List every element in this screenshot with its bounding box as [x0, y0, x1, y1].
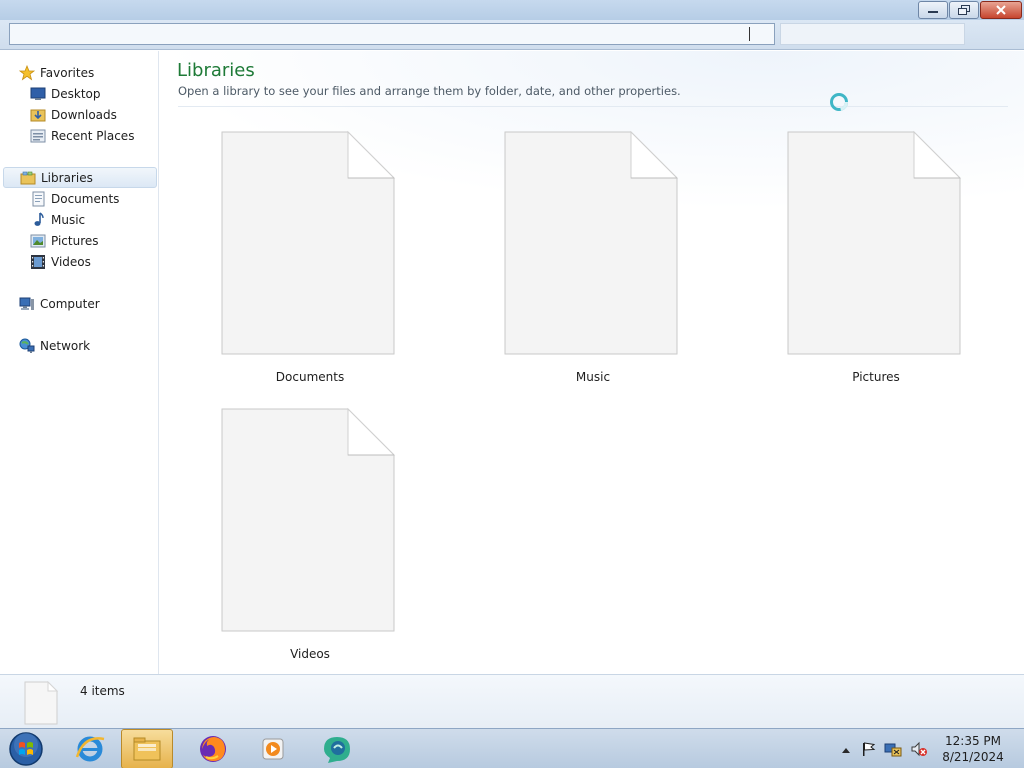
- taskbar-media-player[interactable]: [253, 729, 293, 768]
- firefox-icon: [200, 736, 226, 762]
- sidebar-item-label: Favorites: [40, 65, 95, 80]
- header-divider: [178, 106, 1008, 107]
- sidebar-item-label: Computer: [40, 296, 100, 311]
- computer-icon: [19, 296, 35, 312]
- star-icon: [19, 64, 35, 81]
- volume-muted-icon[interactable]: [910, 741, 928, 757]
- sidebar-item-label: Documents: [51, 191, 120, 206]
- taskbar-windows-explorer[interactable]: [121, 729, 173, 768]
- app-icon: [324, 737, 350, 763]
- library-label: Documents: [275, 370, 345, 384]
- address-separator: [749, 27, 750, 41]
- navigation-bar: [0, 20, 1024, 50]
- sidebar-item-downloads[interactable]: Downloads: [30, 104, 117, 125]
- music-note-icon: [30, 211, 46, 228]
- blank-document-icon: [787, 130, 962, 355]
- taskbar-internet-explorer[interactable]: [70, 729, 110, 768]
- videos-icon: [30, 254, 46, 270]
- internet-explorer-icon: [75, 736, 105, 762]
- sidebar-item-label: Network: [40, 338, 91, 353]
- documents-icon: [30, 191, 46, 207]
- media-player-icon: [262, 738, 284, 760]
- sidebar-item-libraries[interactable]: Libraries: [3, 167, 157, 188]
- sidebar-item-label: Videos: [51, 254, 91, 269]
- action-center-icon[interactable]: [860, 741, 876, 757]
- library-label: Pictures: [852, 370, 900, 384]
- sidebar-item-label: Music: [51, 212, 86, 227]
- show-hidden-icons-button[interactable]: [842, 742, 850, 756]
- downloads-folder-icon: [30, 107, 46, 123]
- search-box[interactable]: [780, 23, 965, 45]
- pictures-icon: [30, 233, 46, 249]
- system-clock[interactable]: 12:35 PM 8/21/2024: [930, 733, 1016, 765]
- close-icon: [996, 5, 1006, 15]
- blank-document-icon: [221, 130, 396, 355]
- clock-time: 12:35 PM: [945, 734, 1001, 748]
- busy-cursor-icon: [829, 92, 849, 115]
- start-button[interactable]: [6, 729, 46, 768]
- library-documents[interactable]: Documents: [220, 130, 400, 390]
- sidebar-item-label: Libraries: [41, 170, 93, 185]
- sidebar-item-documents[interactable]: Documents: [30, 188, 119, 209]
- blank-document-icon: [504, 130, 679, 355]
- content-pane: Libraries Open a library to see your fil…: [160, 51, 1024, 674]
- library-music[interactable]: Music: [503, 130, 683, 390]
- sidebar-item-label: Recent Places: [51, 128, 135, 143]
- explorer-folder-icon: [133, 737, 161, 761]
- desktop-icon: [30, 86, 46, 102]
- close-button[interactable]: [980, 1, 1022, 19]
- window-controls: [917, 1, 1022, 19]
- library-pictures[interactable]: Pictures: [786, 130, 966, 390]
- sidebar-item-label: Downloads: [51, 107, 117, 122]
- library-label: Videos: [290, 647, 330, 661]
- address-bar[interactable]: [9, 23, 775, 45]
- sidebar-item-music[interactable]: Music: [30, 209, 85, 230]
- recent-places-icon: [30, 128, 46, 144]
- details-pane: 4 items: [0, 674, 1024, 728]
- blank-document-icon: [221, 407, 396, 632]
- sidebar-item-recent-places[interactable]: Recent Places: [30, 125, 134, 146]
- page-subtitle: Open a library to see your files and arr…: [178, 84, 681, 98]
- sidebar-item-desktop[interactable]: Desktop: [30, 83, 101, 104]
- sidebar-item-videos[interactable]: Videos: [30, 251, 91, 272]
- taskbar: 12:35 PM 8/21/2024: [0, 728, 1024, 768]
- libraries-icon: [20, 170, 36, 186]
- restore-icon: [958, 5, 970, 15]
- page-title: Libraries: [177, 60, 255, 81]
- restore-button[interactable]: [949, 1, 979, 19]
- sidebar-item-network[interactable]: Network: [19, 335, 90, 356]
- network-icon: [19, 338, 35, 354]
- taskbar-firefox[interactable]: [193, 729, 233, 768]
- network-tray-icon[interactable]: [884, 741, 902, 757]
- window-titlebar: [0, 0, 1024, 20]
- sidebar-item-computer[interactable]: Computer: [19, 293, 100, 314]
- sidebar-item-favorites[interactable]: Favorites: [19, 62, 94, 83]
- taskbar-app[interactable]: [317, 729, 357, 768]
- item-count: 4 items: [80, 684, 125, 698]
- chevron-up-icon: [842, 748, 850, 753]
- sidebar-item-pictures[interactable]: Pictures: [30, 230, 99, 251]
- windows-logo-icon: [9, 732, 43, 766]
- system-tray: [842, 729, 936, 768]
- minimize-icon: [928, 11, 938, 13]
- navigation-pane: Favorites Desktop Downloads Recent Place…: [0, 51, 159, 674]
- sidebar-item-label: Desktop: [51, 86, 101, 101]
- library-videos[interactable]: Videos: [220, 407, 400, 667]
- clock-date: 8/21/2024: [942, 750, 1004, 764]
- blank-document-icon: [24, 680, 59, 728]
- library-label: Music: [575, 370, 611, 384]
- sidebar-item-label: Pictures: [51, 233, 99, 248]
- minimize-button[interactable]: [918, 1, 948, 19]
